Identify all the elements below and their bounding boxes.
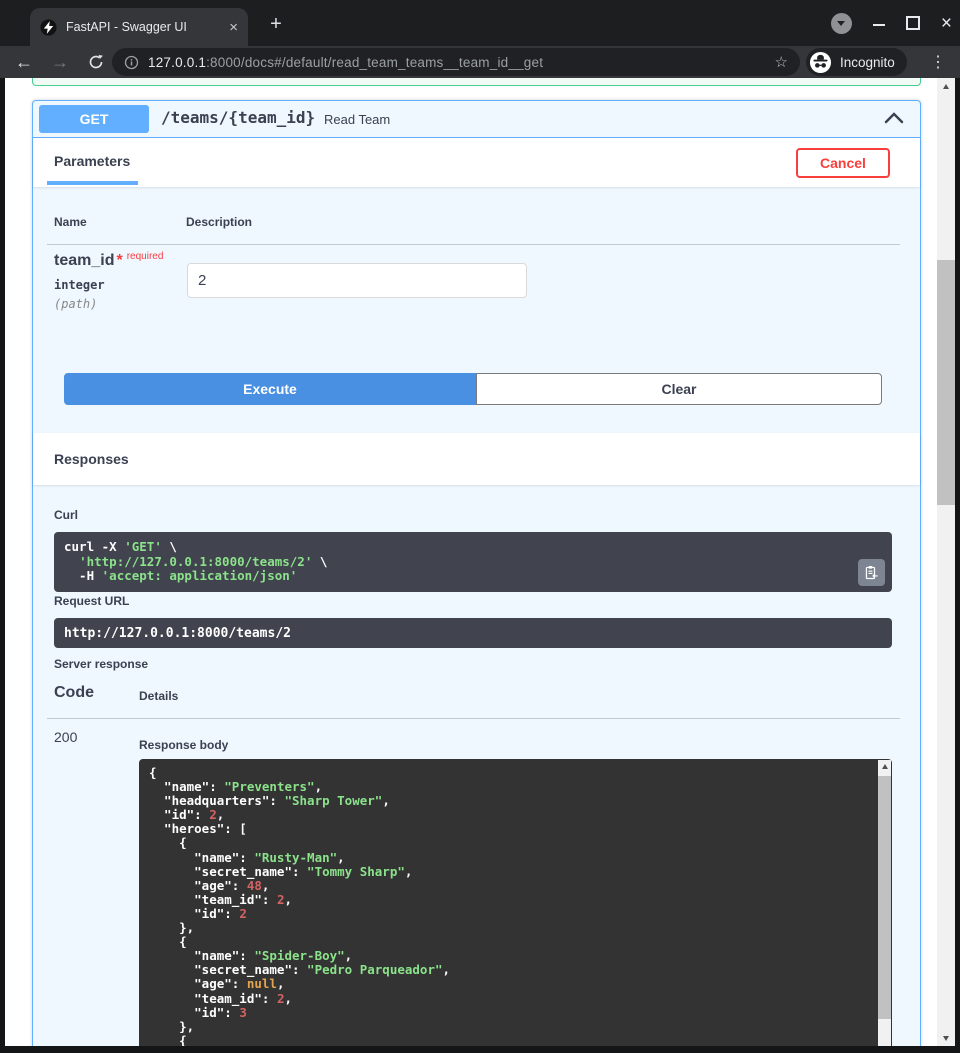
execute-button[interactable]: Execute <box>64 373 476 405</box>
response-scrollbar-up-icon[interactable] <box>878 760 891 773</box>
method-badge: GET <box>39 105 149 133</box>
scroll-up-icon[interactable] <box>937 78 955 94</box>
maximize-button[interactable] <box>906 16 920 30</box>
team-id-input[interactable] <box>187 263 527 298</box>
table-divider <box>47 244 900 245</box>
url-text: 127.0.0.1:8000/docs#/default/read_team_t… <box>148 55 543 70</box>
server-response-label: Server response <box>54 657 148 671</box>
code-column-header: Code <box>54 684 94 702</box>
incognito-spy-icon <box>809 51 832 74</box>
responses-section-header: Responses <box>33 433 920 485</box>
column-header-description: Description <box>186 215 252 229</box>
browser-window: FastAPI - Swagger UI × + × ← → 127.0.0.1… <box>0 0 960 1053</box>
url-bar[interactable]: 127.0.0.1:8000/docs#/default/read_team_t… <box>112 48 800 76</box>
forward-icon[interactable]: → <box>48 46 72 78</box>
responses-title: Responses <box>54 451 129 467</box>
window-controls: × <box>831 0 952 46</box>
back-icon[interactable]: ← <box>12 46 36 78</box>
response-scrollbar-thumb[interactable] <box>878 776 891 1019</box>
tab-title: FastAPI - Swagger UI <box>66 20 223 34</box>
window-close-button[interactable]: × <box>941 14 952 33</box>
cancel-button[interactable]: Cancel <box>796 148 890 178</box>
fastapi-favicon-icon <box>40 19 57 36</box>
reload-icon[interactable] <box>84 46 108 78</box>
browser-toolbar: ← → 127.0.0.1:8000/docs#/default/read_te… <box>0 46 960 78</box>
curl-label: Curl <box>54 508 78 522</box>
response-scrollbar[interactable] <box>878 760 891 1046</box>
curl-command: curl -X 'GET' \ 'http://127.0.0.1:8000/t… <box>54 532 892 592</box>
incognito-badge: Incognito <box>806 48 907 76</box>
response-body: { "name": "Preventers", "headquarters": … <box>139 759 892 1046</box>
url-host: 127.0.0.1 <box>148 55 206 70</box>
incognito-label: Incognito <box>840 55 895 70</box>
browser-menu-icon[interactable]: ⋮ <box>928 46 948 78</box>
param-location: (path) <box>54 297 97 311</box>
bookmark-star-icon[interactable]: ☆ <box>775 53 788 71</box>
request-url-value: http://127.0.0.1:8000/teams/2 <box>54 618 892 648</box>
page-scrollbar[interactable] <box>937 78 955 1046</box>
response-table-divider <box>47 718 900 719</box>
tab-close-icon[interactable]: × <box>229 20 238 35</box>
endpoint-summary: Read Team <box>324 112 390 127</box>
browser-tab[interactable]: FastAPI - Swagger UI × <box>30 8 248 46</box>
url-path: :8000/docs#/default/read_team_teams__tea… <box>206 55 543 70</box>
status-code: 200 <box>54 729 77 745</box>
new-tab-button[interactable]: + <box>262 10 290 38</box>
opblock-summary[interactable]: GET /teams/{team_id} Read Team <box>33 101 920 138</box>
column-header-name: Name <box>54 215 87 229</box>
request-url-label: Request URL <box>54 594 129 608</box>
tab-search-button[interactable] <box>831 13 852 34</box>
endpoint-path: /teams/{team_id} <box>161 108 315 127</box>
copy-to-clipboard-button[interactable] <box>858 559 885 586</box>
previous-opblock-edge <box>32 78 921 86</box>
page-scrollbar-thumb[interactable] <box>937 260 955 505</box>
collapse-chevron-icon[interactable] <box>884 110 904 126</box>
response-json: { "name": "Preventers", "headquarters": … <box>149 766 866 1046</box>
tab-strip: FastAPI - Swagger UI × + × <box>0 0 960 46</box>
site-info-icon[interactable] <box>124 55 139 70</box>
required-star: * <box>116 252 122 269</box>
tab-parameters[interactable]: Parameters <box>54 153 130 169</box>
parameters-section-header: Parameters Cancel <box>33 138 920 187</box>
scroll-down-icon[interactable] <box>937 1030 955 1046</box>
param-name: team_id*required <box>54 251 163 270</box>
clear-button[interactable]: Clear <box>476 373 882 405</box>
param-type: integer <box>54 278 105 292</box>
required-label: required <box>127 251 164 262</box>
minimize-button[interactable] <box>873 17 885 29</box>
swagger-page: GET /teams/{team_id} Read Team Parameter… <box>5 78 955 1046</box>
parameters-tab-underline <box>47 181 138 185</box>
details-column-header: Details <box>139 689 178 703</box>
response-body-label: Response body <box>139 738 228 752</box>
get-teams-opblock: GET /teams/{team_id} Read Team Parameter… <box>32 100 921 1046</box>
